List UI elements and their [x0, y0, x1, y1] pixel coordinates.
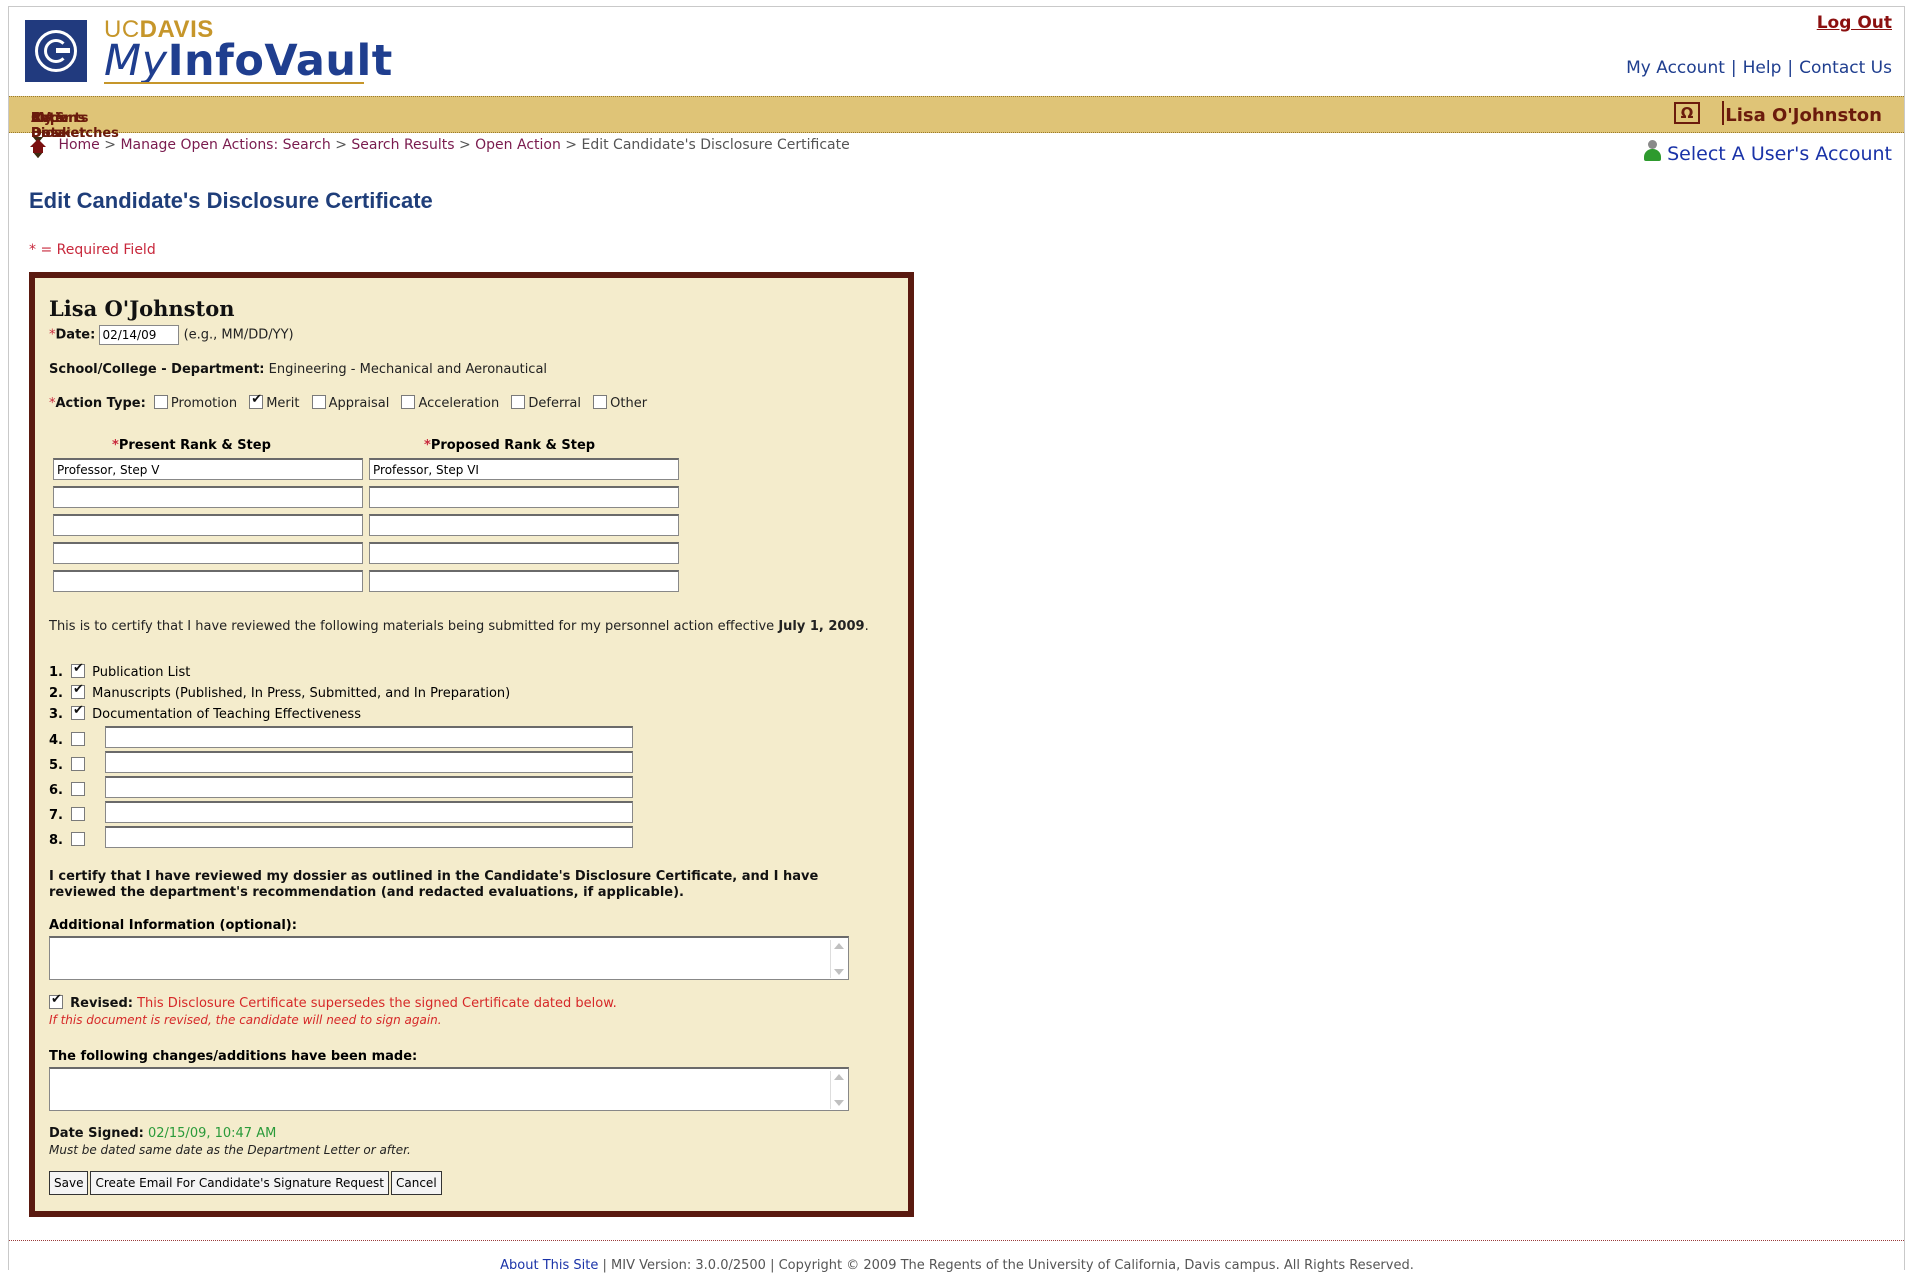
- nav-divider: [1722, 101, 1724, 125]
- revised-checkbox[interactable]: [49, 992, 63, 1009]
- action-type-promotion-checkbox[interactable]: [153, 395, 168, 409]
- material-checkbox[interactable]: [71, 661, 85, 678]
- material-other-input[interactable]: [105, 751, 633, 773]
- material-checkbox[interactable]: [71, 757, 85, 771]
- home-icon[interactable]: [30, 139, 46, 153]
- brand-underline: [104, 82, 364, 84]
- proposed-rank-input[interactable]: [369, 486, 679, 508]
- breadcrumb-current: Edit Candidate's Disclosure Certificate: [581, 137, 850, 153]
- proposed-rank-input[interactable]: [369, 542, 679, 564]
- logout-link[interactable]: Log Out: [1817, 13, 1892, 33]
- footer-text: | MIV Version: 3.0.0/2500 | Copyright © …: [602, 1258, 1414, 1273]
- top-links: My Account | Help | Contact Us: [1626, 58, 1892, 78]
- revised-text: This Disclosure Certificate supersedes t…: [137, 996, 617, 1011]
- action-type-row: *Action Type: Promotion Merit Appraisal …: [49, 392, 647, 411]
- present-rank-input[interactable]: [53, 542, 363, 564]
- date-signed-row: Date Signed: 02/15/09, 10:47 AM: [49, 1126, 277, 1141]
- cancel-button[interactable]: Cancel: [391, 1171, 442, 1195]
- special-characters-button[interactable]: Ω: [1674, 102, 1700, 124]
- material-checkbox[interactable]: [71, 682, 85, 699]
- date-input[interactable]: [99, 325, 180, 345]
- present-rank-input[interactable]: [53, 486, 363, 508]
- present-rank-input[interactable]: [53, 514, 363, 536]
- material-other-input[interactable]: [105, 726, 633, 748]
- required-field-note: * = Required Field: [29, 242, 156, 258]
- material-checkbox[interactable]: [71, 807, 85, 821]
- footer-divider: [9, 1240, 1904, 1241]
- present-rank-header: *Present Rank & Step: [112, 438, 271, 453]
- proposed-rank-header: *Proposed Rank & Step: [424, 438, 596, 453]
- school-row: School/College - Department: Engineering…: [49, 362, 548, 377]
- my-account-link[interactable]: My Account: [1626, 58, 1725, 78]
- material-item: 7.: [49, 807, 88, 823]
- material-item: 8.: [49, 832, 88, 848]
- material-other-input[interactable]: [105, 826, 633, 848]
- breadcrumb-open-action[interactable]: Open Action: [475, 137, 561, 153]
- proposed-rank-input[interactable]: [369, 570, 679, 592]
- help-link[interactable]: Help: [1743, 58, 1782, 78]
- main-nav-bar: Enter Data My Dossier CV & Biosketches A…: [9, 96, 1904, 158]
- school-value: Engineering - Mechanical and Aeronautica…: [268, 362, 548, 377]
- breadcrumb-search-results[interactable]: Search Results: [351, 137, 454, 153]
- breadcrumb: Home > Manage Open Actions: Search > Sea…: [30, 137, 850, 153]
- material-item: 3. Documentation of Teaching Effectivene…: [49, 703, 361, 722]
- material-item: 5.: [49, 757, 88, 773]
- form-buttons: Save Create Email For Candidate's Signatu…: [49, 1171, 444, 1195]
- scroll-down-icon[interactable]: [834, 969, 844, 975]
- revised-row: Revised: This Disclosure Certificate sup…: [49, 992, 617, 1011]
- changes-textarea[interactable]: [49, 1067, 849, 1111]
- material-checkbox[interactable]: [71, 703, 85, 720]
- material-other-input[interactable]: [105, 776, 633, 798]
- material-item: 1. Publication List: [49, 661, 190, 680]
- present-rank-input[interactable]: [53, 458, 363, 480]
- breadcrumb-home[interactable]: Home: [58, 137, 99, 153]
- action-type-deferral-checkbox[interactable]: [511, 395, 526, 409]
- about-site-link[interactable]: About This Site: [500, 1258, 598, 1273]
- scroll-down-icon[interactable]: [834, 1100, 844, 1106]
- material-item: 6.: [49, 782, 88, 798]
- proposed-rank-input[interactable]: [369, 514, 679, 536]
- footer: About This Site | MIV Version: 3.0.0/250…: [0, 1258, 1914, 1273]
- material-checkbox[interactable]: [71, 832, 85, 846]
- revised-note: If this document is revised, the candida…: [49, 1013, 442, 1027]
- save-button[interactable]: Save: [49, 1171, 89, 1195]
- certify-statement: This is to certify that I have reviewed …: [49, 619, 869, 634]
- date-row: *Date: (e.g., MM/DD/YY): [49, 325, 294, 345]
- date-signed-value: 02/15/09, 10:47 AM: [147, 1126, 277, 1141]
- action-type-acceleration-checkbox[interactable]: [401, 395, 416, 409]
- select-user-account-link[interactable]: Select A User's Account: [1667, 143, 1892, 165]
- action-type-merit-checkbox[interactable]: [249, 392, 264, 409]
- create-email-button[interactable]: Create Email For Candidate's Signature R…: [90, 1171, 389, 1195]
- candidate-name: Lisa O'Johnston: [49, 296, 235, 321]
- certify-reviewed-statement: I certify that I have reviewed my dossie…: [49, 869, 819, 900]
- select-user-account[interactable]: Select A User's Account: [1643, 140, 1892, 165]
- material-checkbox[interactable]: [71, 732, 85, 746]
- current-user-name: Lisa O'Johnston: [1725, 105, 1882, 126]
- material-other-input[interactable]: [105, 801, 633, 823]
- material-item: 4.: [49, 732, 88, 748]
- ucd-logo-icon: [25, 20, 87, 82]
- proposed-rank-input[interactable]: [369, 458, 679, 480]
- user-icon: [1643, 140, 1662, 162]
- breadcrumb-manage-open-actions[interactable]: Manage Open Actions: Search: [120, 137, 330, 153]
- date-signed-note: Must be dated same date as the Departmen…: [49, 1143, 411, 1157]
- disclosure-form: Lisa O'Johnston *Date: (e.g., MM/DD/YY) …: [29, 272, 914, 1217]
- material-item: 2. Manuscripts (Published, In Press, Sub…: [49, 682, 510, 701]
- scroll-up-icon[interactable]: [834, 943, 844, 949]
- textarea-scrollbar[interactable]: [830, 1071, 846, 1109]
- changes-label: The following changes/additions have bee…: [49, 1049, 418, 1064]
- material-checkbox[interactable]: [71, 782, 85, 796]
- scroll-up-icon[interactable]: [834, 1074, 844, 1080]
- present-rank-input[interactable]: [53, 570, 363, 592]
- textarea-scrollbar[interactable]: [830, 940, 846, 978]
- brand-myinfovault: MyInfoVault: [104, 36, 393, 86]
- date-hint: (e.g., MM/DD/YY): [183, 327, 294, 343]
- page-title: Edit Candidate's Disclosure Certificate: [29, 188, 433, 213]
- additional-info-label: Additional Information (optional):: [49, 918, 297, 933]
- contact-us-link[interactable]: Contact Us: [1799, 58, 1892, 78]
- action-type-other-checkbox[interactable]: [593, 395, 608, 409]
- action-type-appraisal-checkbox[interactable]: [311, 395, 326, 409]
- additional-info-textarea[interactable]: [49, 936, 849, 980]
